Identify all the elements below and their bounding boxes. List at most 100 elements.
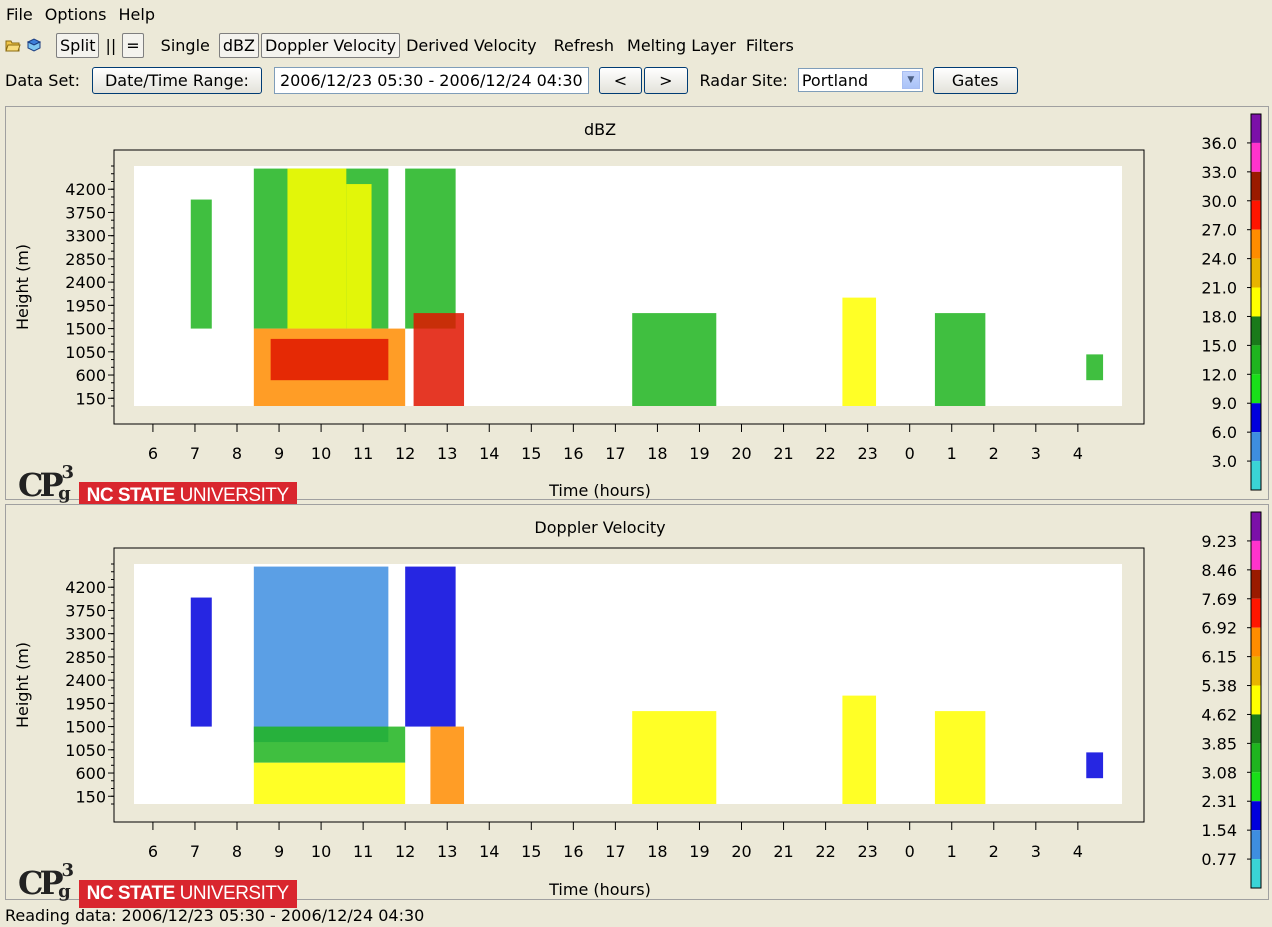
- data-region: [413, 313, 465, 406]
- colorbar-label: 3.85: [1201, 734, 1237, 753]
- menu-bar: File Options Help: [0, 0, 1272, 28]
- colorbar-segment: [1251, 461, 1261, 490]
- single-button[interactable]: Single: [154, 33, 217, 58]
- ncsu-logo: NC STATE UNIVERSITY: [78, 880, 297, 908]
- colorbar-segment: [1251, 569, 1261, 599]
- menu-options[interactable]: Options: [39, 5, 113, 24]
- x-tick-label: 12: [395, 444, 415, 463]
- colorbar-label: 9.0: [1212, 394, 1237, 413]
- dbz-toggle[interactable]: dBZ: [218, 32, 259, 58]
- menu-file[interactable]: File: [0, 5, 39, 24]
- x-tick-label: 20: [731, 444, 751, 463]
- colorbar-label: 9.23: [1201, 532, 1237, 551]
- x-tick-label: 18: [647, 444, 667, 463]
- colorbar-segment: [1251, 512, 1261, 541]
- colorbar-segment: [1251, 432, 1261, 462]
- x-tick-label: 1: [947, 444, 957, 463]
- y-tick-label: 150: [75, 389, 106, 408]
- y-axis-label: Height (m): [13, 244, 32, 330]
- y-axis-label: Height (m): [13, 642, 32, 728]
- x-tick-label: 22: [815, 842, 835, 861]
- y-tick-label: 3300: [65, 227, 106, 246]
- x-tick-label: 2: [989, 444, 999, 463]
- colorbar-label: 12.0: [1201, 365, 1237, 384]
- colorbar-label: 3.08: [1201, 763, 1237, 782]
- y-tick-label: 2400: [65, 273, 106, 292]
- menu-help[interactable]: Help: [113, 5, 161, 24]
- data-region: [934, 313, 986, 406]
- radar-site-select[interactable]: Portland ▼: [797, 68, 923, 92]
- previous-button[interactable]: <: [598, 66, 643, 94]
- dbz-chart: dBZ1506001050150019502400285033003750420…: [13, 113, 1262, 499]
- x-tick-label: 15: [521, 444, 541, 463]
- colorbar-label: 27.0: [1201, 221, 1237, 240]
- colorbar-segment: [1251, 714, 1261, 744]
- colorbar-segment: [1251, 200, 1261, 230]
- x-tick-label: 14: [479, 842, 499, 861]
- x-tick-label: 3: [1031, 444, 1041, 463]
- chart-title: Doppler Velocity: [534, 518, 665, 537]
- colorbar-segment: [1251, 316, 1261, 346]
- logo-block: CP3g NC STATE UNIVERSITY: [18, 457, 297, 510]
- colorbar-label: 0.77: [1201, 850, 1237, 869]
- colorbar-segment: [1251, 743, 1261, 773]
- data-region: [270, 338, 389, 381]
- colorbar-segment: [1251, 258, 1261, 288]
- colorbar-segment: [1251, 540, 1261, 570]
- dbz-chart-panel: dBZ 150 600 1050 1500 1950 2400 2850 3300 3750 420…: [5, 106, 1269, 510]
- x-axis-label: Time (hours): [548, 481, 651, 499]
- colorbar-label: 21.0: [1201, 279, 1237, 298]
- x-tick-label: 0: [905, 842, 915, 861]
- data-region: [1086, 354, 1104, 381]
- dataset-label: Data Set:: [5, 70, 80, 90]
- split-button[interactable]: Split: [56, 32, 100, 58]
- x-tick-label: 16: [563, 842, 583, 861]
- x-tick-label: 2: [989, 842, 999, 861]
- melting-layer-button[interactable]: Melting Layer: [623, 33, 740, 58]
- y-tick-label: 4200: [65, 578, 106, 597]
- data-region: [405, 566, 456, 727]
- colorbar-segment: [1251, 772, 1261, 802]
- colorbar-segment: [1251, 171, 1261, 201]
- colorbar-segment: [1251, 287, 1261, 317]
- colorbar-label: 6.0: [1212, 423, 1237, 442]
- data-region: [430, 726, 465, 804]
- pause-button[interactable]: ||: [101, 33, 120, 58]
- equal-button[interactable]: =: [122, 32, 144, 58]
- cpg-logo: CP3g: [18, 860, 74, 902]
- x-tick-label: 0: [905, 444, 915, 463]
- y-tick-label: 3750: [65, 203, 106, 222]
- refresh-button[interactable]: Refresh: [547, 33, 621, 58]
- colorbar-segment: [1251, 142, 1261, 172]
- book-icon[interactable]: [26, 37, 42, 53]
- x-tick-label: 13: [437, 444, 457, 463]
- data-region: [190, 597, 212, 727]
- y-tick-label: 1500: [65, 320, 106, 339]
- next-button[interactable]: >: [644, 66, 688, 94]
- date-time-range-button[interactable]: Date/Time Range:: [91, 66, 262, 94]
- colorbar-segment: [1251, 374, 1261, 404]
- x-tick-label: 23: [857, 444, 877, 463]
- data-region: [632, 711, 717, 804]
- colorbar-label: 1.54: [1201, 821, 1237, 840]
- x-tick-label: 12: [395, 842, 415, 861]
- filters-button[interactable]: Filters: [742, 33, 798, 58]
- data-region: [405, 168, 456, 329]
- gates-button[interactable]: Gates: [932, 66, 1018, 94]
- colorbar-label: 15.0: [1201, 336, 1237, 355]
- derived-velocity-button[interactable]: Derived Velocity: [402, 33, 541, 58]
- open-folder-icon[interactable]: [5, 37, 21, 53]
- chevron-down-icon[interactable]: ▼: [901, 71, 920, 89]
- x-tick-label: 17: [605, 444, 625, 463]
- chart-title: dBZ: [584, 120, 616, 139]
- date-time-range-field[interactable]: 2006/12/23 05:30 - 2006/12/24 04:30: [273, 66, 589, 94]
- x-tick-label: 14: [479, 444, 499, 463]
- y-tick-label: 150: [75, 787, 106, 806]
- x-tick-label: 11: [353, 842, 373, 861]
- doppler-velocity-toggle[interactable]: Doppler Velocity: [260, 32, 401, 58]
- colorbar-label: 36.0: [1201, 134, 1237, 153]
- x-tick-label: 1: [947, 842, 957, 861]
- data-region: [253, 566, 389, 743]
- x-tick-label: 17: [605, 842, 625, 861]
- colorbar-segment: [1251, 859, 1261, 888]
